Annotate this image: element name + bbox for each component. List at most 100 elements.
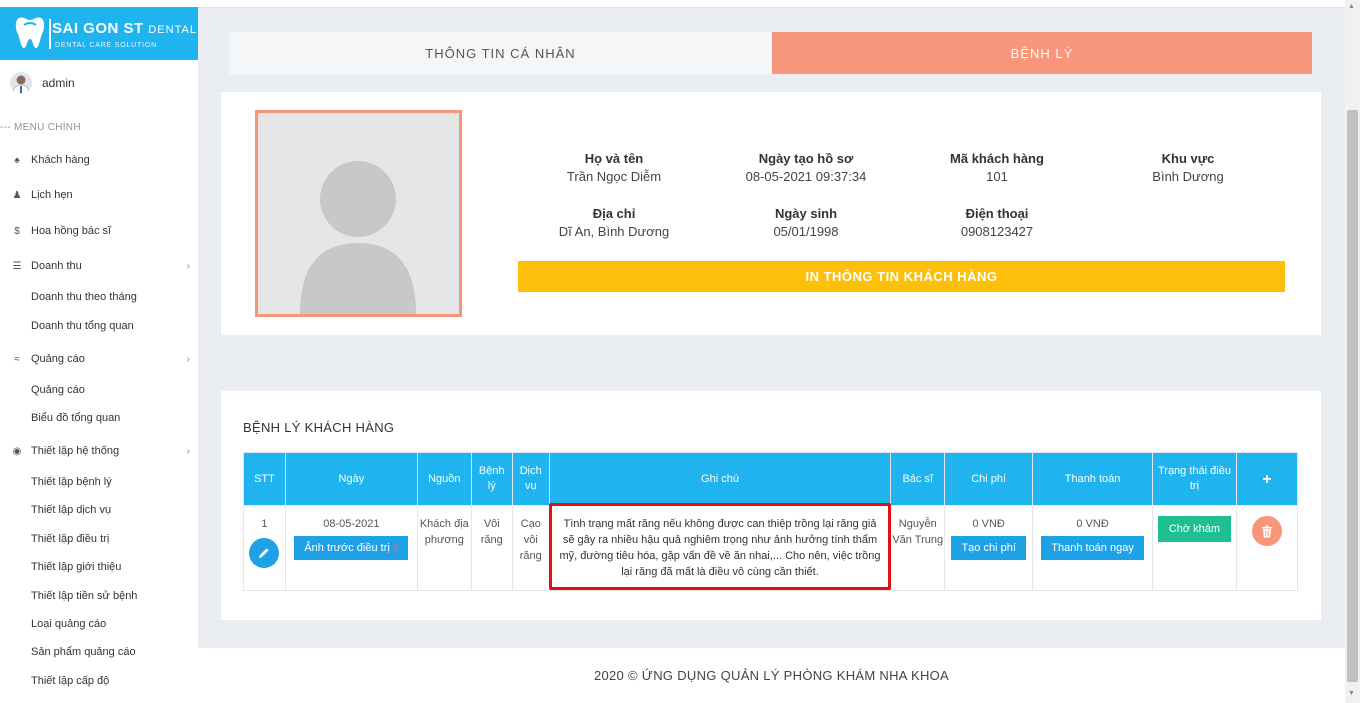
scrollbar-thumb[interactable] bbox=[1347, 110, 1358, 682]
field-label: Địa chỉ bbox=[592, 206, 636, 221]
create-cost-button[interactable]: Tạo chi phí bbox=[951, 536, 1026, 560]
field-dia-chi: Địa chỉ Dĩ An, Bình Dương bbox=[519, 206, 709, 239]
cell-ghi-chu: Tình trạng mất răng nếu không được can t… bbox=[548, 503, 892, 591]
user-icon: ♟ bbox=[12, 189, 22, 201]
sidebar-subitem-bieu-do[interactable]: Biểu đồ tổng quan bbox=[31, 412, 120, 424]
footer: 2020 © ỨNG DỤNG QUẢN LÝ PHÒNG KHÁM NHA K… bbox=[198, 648, 1345, 703]
sidebar-subitem-thiet-lap-benh-ly[interactable]: Thiết lập bệnh lý bbox=[31, 476, 112, 488]
benh-ly-table: STT Ngày Nguồn Bệnh lý Dịch vụ Ghi chú B… bbox=[243, 452, 1299, 591]
cell-bac-si: Nguyễn Văn Trung bbox=[890, 505, 946, 591]
field-khu-vuc: Khu vực Bình Dương bbox=[1093, 151, 1283, 184]
tooth-icon bbox=[15, 17, 45, 48]
field-ngay-sinh: Ngày sinh 05/01/1998 bbox=[711, 206, 901, 239]
cell-ngay: 08-05-2021 Ảnh trước điều trị 0 bbox=[284, 505, 418, 591]
field-label: Khu vực bbox=[1161, 151, 1215, 166]
user-profile[interactable]: admin bbox=[10, 72, 75, 94]
chevron-right-icon: › bbox=[186, 260, 190, 272]
top-bar bbox=[198, 0, 1345, 8]
cell-trang-thai: Chờ khám bbox=[1152, 505, 1237, 591]
col-header-nguon: Nguồn bbox=[416, 452, 472, 506]
chevron-right-icon: › bbox=[186, 353, 190, 365]
payment-value: 0 VNĐ bbox=[1076, 518, 1109, 530]
sidebar-subitem-thiet-lap-dieu-tri[interactable]: Thiết lập điều trị bbox=[31, 533, 109, 545]
highlight-box bbox=[548, 503, 892, 590]
sidebar-subitem-thiet-lap-dich-vu[interactable]: Thiết lập dịch vụ bbox=[31, 504, 111, 516]
users-icon: ♠ bbox=[14, 154, 20, 166]
status-badge[interactable]: Chờ khám bbox=[1157, 516, 1232, 542]
scrollbar[interactable]: ▲ ▼ bbox=[1345, 0, 1360, 703]
cell-actions bbox=[1235, 505, 1299, 591]
sidebar-item-lich-hen[interactable]: ♟ Lịch hẹn bbox=[10, 186, 190, 204]
database-icon: ☰ bbox=[12, 260, 22, 272]
cell-nguon: Khách địa phương bbox=[416, 505, 472, 591]
avatar bbox=[10, 72, 32, 94]
delete-button[interactable] bbox=[1251, 516, 1282, 546]
field-label: Điện thoại bbox=[965, 206, 1029, 221]
brand-tagline: DENTAL CARE SOLUTION bbox=[55, 42, 157, 49]
sidebar-subitem-quang-cao[interactable]: Quảng cáo bbox=[31, 384, 85, 396]
field-ma-khach-hang: Mã khách hàng 101 bbox=[902, 151, 1092, 184]
sidebar-item-hoa-hong[interactable]: $ Hoa hồng bác sĩ bbox=[10, 222, 190, 240]
row-date: 08-05-2021 bbox=[323, 518, 380, 530]
field-label: Mã khách hàng bbox=[950, 151, 1044, 166]
benh-ly-card: BỆNH LÝ KHÁCH HÀNG STT Ngày Nguồn Bệnh l… bbox=[221, 391, 1321, 620]
avatar-placeholder-icon bbox=[258, 113, 459, 314]
col-header-ghi-chu: Ghi chú bbox=[548, 452, 892, 506]
sidebar-item-label: Lịch hẹn bbox=[31, 189, 73, 201]
field-value: Trần Ngọc Diễm bbox=[566, 169, 662, 184]
sidebar-item-quang-cao[interactable]: ≈ Quảng cáo › bbox=[10, 350, 190, 368]
field-value: Bình Dương bbox=[1152, 169, 1224, 184]
eye-icon: ◉ bbox=[12, 445, 22, 457]
col-header-benh-ly: Bệnh lý bbox=[470, 452, 513, 506]
chevron-right-icon: › bbox=[186, 445, 190, 457]
sidebar-subitem-thiet-lap-cap-do[interactable]: Thiết lập cấp độ bbox=[31, 675, 109, 687]
sidebar-subitem-thiet-lap-gioi-thieu[interactable]: Thiết lập giới thiệu bbox=[31, 561, 121, 573]
col-header-trang-thai: Trạng thái điều trị bbox=[1152, 452, 1237, 506]
sidebar-subitem-doanh-thu-thang[interactable]: Doanh thu theo tháng bbox=[31, 291, 137, 303]
edit-button[interactable] bbox=[249, 538, 280, 568]
sidebar-subitem-san-pham-quang-cao[interactable]: Sản phẩm quảng cáo bbox=[31, 646, 136, 658]
col-header-chi-phi: Chi phí bbox=[944, 452, 1034, 506]
col-header-ngay: Ngày bbox=[284, 452, 418, 506]
field-ngay-tao: Ngày tạo hồ sơ 08-05-2021 09:37:34 bbox=[711, 151, 901, 184]
pay-now-button[interactable]: Thanh toán ngay bbox=[1041, 536, 1144, 560]
field-label: Ngày tạo hồ sơ bbox=[758, 151, 854, 166]
cell-thanh-toan: 0 VNĐ Thanh toán ngay bbox=[1032, 505, 1153, 591]
logo-divider bbox=[49, 19, 51, 49]
sidebar-item-thiet-lap[interactable]: ◉ Thiết lập hệ thống › bbox=[10, 442, 190, 460]
sidebar-item-label: Quảng cáo bbox=[31, 353, 85, 365]
row-stt: 1 bbox=[261, 518, 268, 530]
field-value: Dĩ An, Bình Dương bbox=[558, 224, 670, 239]
cell-stt: 1 bbox=[243, 505, 286, 591]
add-row-button[interactable]: + bbox=[1235, 452, 1299, 506]
scroll-down-icon[interactable]: ▼ bbox=[1348, 690, 1355, 697]
sidebar-item-khach-hang[interactable]: ♠ Khách hàng bbox=[10, 151, 190, 169]
field-value: 101 bbox=[986, 169, 1008, 184]
scroll-up-icon[interactable]: ▲ bbox=[1348, 3, 1355, 10]
field-value: 0908123427 bbox=[960, 224, 1034, 239]
cell-benh-ly: Vôi răng bbox=[470, 505, 513, 591]
field-dien-thoai: Điện thoại 0908123427 bbox=[902, 206, 1092, 239]
print-customer-info-button[interactable]: IN THÔNG TIN KHÁCH HÀNG bbox=[518, 261, 1285, 292]
field-value: 08-05-2021 09:37:34 bbox=[745, 169, 867, 184]
sidebar-subitem-loai-quang-cao[interactable]: Loại quảng cáo bbox=[31, 618, 106, 630]
button-label: Ảnh trước điều trị bbox=[304, 542, 390, 554]
sidebar-subitem-thiet-lap-tien-su[interactable]: Thiết lập tiền sử bệnh bbox=[31, 590, 137, 602]
col-header-thanh-toan: Thanh toán bbox=[1032, 452, 1153, 506]
before-treatment-photo-button[interactable]: Ảnh trước điều trị 0 bbox=[294, 536, 409, 560]
field-label: Ngày sinh bbox=[774, 206, 838, 221]
pencil-icon bbox=[259, 548, 270, 558]
tab-thong-tin-ca-nhan[interactable]: THÔNG TIN CÁ NHÂN bbox=[229, 32, 772, 74]
sidebar-subitem-doanh-thu-tong-quan[interactable]: Doanh thu tổng quan bbox=[31, 320, 134, 332]
sidebar-item-label: Hoa hồng bác sĩ bbox=[31, 225, 112, 237]
brand-logo[interactable]: SAI GON ST DENTAL DENTAL CARE SOLUTION bbox=[0, 7, 198, 60]
col-header-stt: STT bbox=[243, 452, 286, 506]
field-ho-ten: Họ và tên Trần Ngọc Diễm bbox=[519, 151, 709, 184]
sidebar-item-label: Thiết lập hệ thống bbox=[31, 445, 120, 457]
tab-benh-ly[interactable]: BỆNH LÝ bbox=[772, 32, 1312, 74]
sidebar-item-label: Khách hàng bbox=[31, 154, 90, 166]
sidebar-item-label: Doanh thu bbox=[31, 260, 82, 272]
sidebar-item-doanh-thu[interactable]: ☰ Doanh thu › bbox=[10, 257, 190, 275]
user-name: admin bbox=[42, 76, 75, 90]
brand-name: SAI GON ST DENTAL bbox=[52, 20, 197, 37]
